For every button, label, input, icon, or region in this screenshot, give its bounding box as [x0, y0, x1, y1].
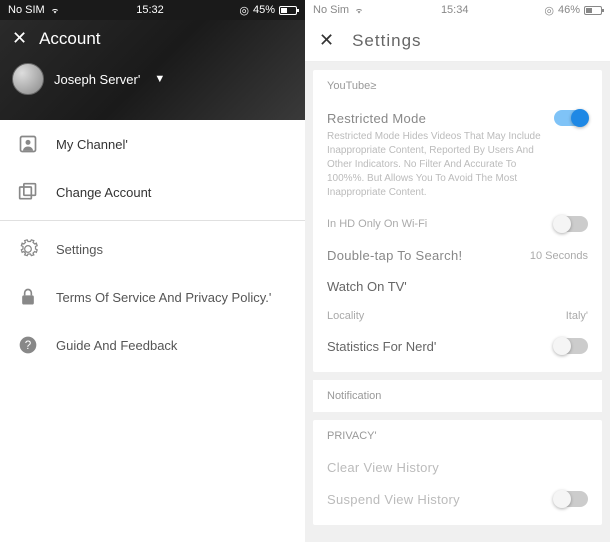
section-privacy: PRIVACY': [327, 430, 588, 442]
menu-label: Guide And Feedback: [56, 338, 177, 353]
carrier-label: No SIM: [8, 4, 45, 16]
row-clear-history[interactable]: Clear View History: [327, 452, 588, 483]
stats-label: Statistics For Nerd': [327, 339, 436, 354]
svg-text:?: ?: [25, 339, 32, 352]
row-hd-wifi[interactable]: In HD Only On Wi-Fi: [327, 208, 588, 240]
close-icon[interactable]: ✕: [319, 30, 334, 51]
status-bar-left: No SIM 15:32 ◎ 45%: [0, 0, 305, 20]
section-youtube: YouTube≥: [327, 80, 588, 92]
menu-change-account[interactable]: Change Account: [0, 168, 305, 216]
carrier-label: No Sim: [313, 4, 349, 16]
battery-icon: [584, 6, 602, 15]
battery-icon: [279, 6, 297, 15]
menu-label: Settings: [56, 242, 103, 257]
hd-wifi-label: In HD Only On Wi-Fi: [327, 218, 427, 230]
lock-icon: [18, 287, 38, 307]
locality-value: Italy': [566, 310, 588, 322]
account-panel: No SIM 15:32 ◎ 45% ✕ Account Joseph Serv…: [0, 0, 305, 542]
privacy-card: PRIVACY' Clear View History Suspend View…: [313, 420, 602, 525]
username: Joseph Server': [54, 72, 140, 87]
toggle-hd-wifi[interactable]: [554, 216, 588, 232]
restricted-mode-label: Restricted Mode: [327, 111, 426, 126]
menu-settings[interactable]: Settings: [0, 225, 305, 273]
suspend-history-label: Suspend View History: [327, 492, 460, 507]
notification-card[interactable]: Notification: [313, 380, 602, 412]
restricted-desc: Restricted Mode Hides Videos That May In…: [327, 130, 547, 200]
notification-label: Notification: [327, 390, 381, 402]
avatar: [12, 63, 44, 95]
divider: [0, 220, 305, 221]
time-label: 15:34: [441, 4, 469, 16]
gear-icon: [18, 239, 38, 259]
menu-label: Terms Of Service And Privacy Policy.': [56, 290, 271, 305]
double-tap-label: Double-tap To Search!: [327, 248, 462, 263]
account-header: ✕ Account Joseph Server' ▼: [0, 20, 305, 120]
toggle-suspend[interactable]: [554, 491, 588, 507]
chevron-down-icon: ▼: [154, 73, 165, 85]
settings-title: Settings: [352, 31, 421, 51]
battery-alt-icon: ◎: [239, 4, 249, 17]
time-label: 15:32: [136, 4, 164, 16]
toggle-restricted[interactable]: [554, 110, 588, 126]
user-row[interactable]: Joseph Server' ▼: [0, 57, 305, 101]
account-title: Account: [39, 29, 100, 49]
menu-section-2: Settings Terms Of Service And Privacy Po…: [0, 225, 305, 369]
status-bar-right: No Sim 15:34 ◎ 46%: [305, 0, 610, 20]
row-suspend-history[interactable]: Suspend View History: [327, 483, 588, 515]
wifi-icon: [353, 6, 365, 15]
settings-header: ✕ Settings: [305, 20, 610, 62]
youtube-card: YouTube≥ Restricted Mode Restricted Mode…: [313, 70, 602, 372]
battery-pct: 45%: [253, 4, 275, 16]
row-double-tap[interactable]: Double-tap To Search! 10 Seconds: [327, 240, 588, 271]
accounts-icon: [18, 182, 38, 202]
clear-history-label: Clear View History: [327, 460, 439, 475]
watch-tv-label: Watch On TV': [327, 279, 407, 294]
menu-label: My Channel': [56, 137, 128, 152]
menu-guide[interactable]: ? Guide And Feedback: [0, 321, 305, 369]
row-locality[interactable]: Locality Italy': [327, 302, 588, 330]
close-icon[interactable]: ✕: [12, 28, 27, 49]
wifi-icon: [49, 6, 61, 15]
settings-panel: No Sim 15:34 ◎ 46% ✕ Settings YouTube≥ R…: [305, 0, 610, 542]
help-icon: ?: [18, 335, 38, 355]
person-box-icon: [18, 134, 38, 154]
toggle-stats[interactable]: [554, 338, 588, 354]
row-stats[interactable]: Statistics For Nerd': [327, 330, 588, 362]
menu-label: Change Account: [56, 185, 151, 200]
locality-label: Locality: [327, 310, 364, 322]
row-watch-tv[interactable]: Watch On TV': [327, 271, 588, 302]
battery-alt-icon: ◎: [544, 4, 554, 17]
menu-terms[interactable]: Terms Of Service And Privacy Policy.': [0, 273, 305, 321]
double-tap-value: 10 Seconds: [530, 250, 588, 262]
menu-my-channel[interactable]: My Channel': [0, 120, 305, 168]
menu-section-1: My Channel' Change Account: [0, 120, 305, 216]
battery-pct: 46%: [558, 4, 580, 16]
